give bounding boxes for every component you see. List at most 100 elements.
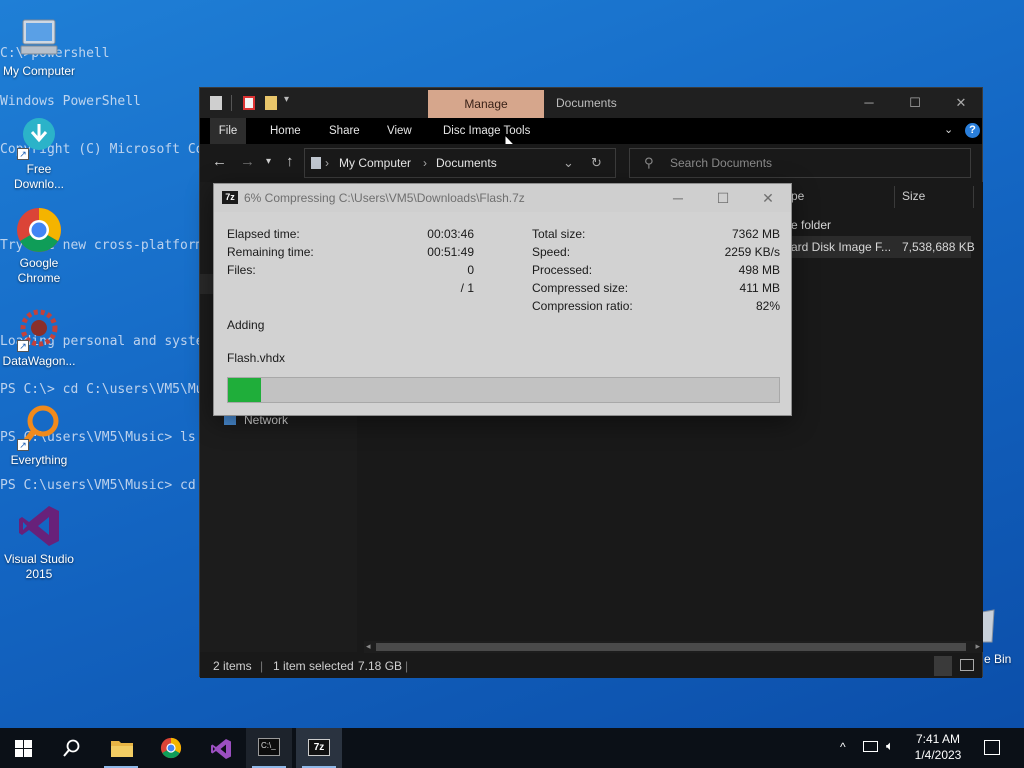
computer-icon — [15, 14, 63, 62]
windows-logo-icon — [15, 740, 32, 757]
manage-contextual-tab[interactable]: Manage — [428, 90, 544, 118]
taskbar-7zip[interactable]: 7z — [296, 728, 342, 768]
breadcrumb-separator-icon: › — [325, 156, 329, 170]
visual-studio-icon — [15, 502, 63, 550]
files-total-value: / 1 — [460, 281, 474, 295]
files-value: 0 — [467, 263, 474, 277]
desktop-icon-label: DataWagon... — [2, 354, 76, 368]
folder-icon — [111, 741, 133, 757]
network-tray-icon[interactable] — [863, 741, 878, 752]
ribbon-expand-chevron-icon[interactable]: ⌄ — [944, 123, 953, 136]
dialog-title: 6% Compressing C:\Users\VM5\Downloads\Fl… — [244, 191, 525, 205]
remaining-time-label: Remaining time: — [227, 245, 314, 259]
explorer-titlebar[interactable]: ▾ Manage Documents ─ ☐ ✕ — [200, 88, 982, 118]
tab-disc-image-tools[interactable]: Disc Image Tools — [443, 118, 530, 144]
clock-date: 1/4/2023 — [914, 748, 962, 762]
documents-folder-icon — [311, 157, 321, 169]
search-placeholder: Search Documents — [670, 156, 773, 170]
breadcrumb-my-computer[interactable]: My Computer — [339, 149, 411, 177]
column-header-size[interactable]: Size — [902, 182, 925, 210]
address-dropdown-chevron-icon[interactable]: ⌄ — [563, 149, 574, 177]
dialog-minimize-button[interactable]: ─ — [658, 184, 698, 212]
checkmark-icon[interactable] — [243, 96, 255, 110]
tab-file[interactable]: File — [210, 118, 246, 144]
current-file: Flash.vhdx — [227, 351, 286, 365]
desktop-icon-visual-studio[interactable]: Visual Studio 2015 — [0, 502, 78, 582]
tab-share[interactable]: Share — [329, 118, 360, 144]
show-hidden-icons-chevron-icon[interactable]: ^ — [840, 740, 846, 754]
desktop-icon-free-download[interactable]: ↗ Free Downlo... — [0, 112, 78, 192]
large-icons-view-icon[interactable] — [960, 659, 974, 671]
recent-locations-chevron-icon[interactable]: ▾ — [266, 156, 271, 167]
desktop-icon-label: Visual Studio 2015 — [4, 552, 74, 581]
7zip-progress-dialog[interactable]: 7z 6% Compressing C:\Users\VM5\Downloads… — [213, 183, 792, 416]
row-type[interactable]: ard Disk Image F... — [791, 240, 891, 254]
speed-value: 2259 KB/s — [724, 245, 780, 259]
refresh-icon[interactable]: ↻ — [591, 149, 602, 177]
desktop-icon-my-computer[interactable]: My Computer — [0, 14, 78, 79]
taskbar: C:\_ 7z ^ 🔈︎ 7:41 AM 1/4/2023 — [0, 728, 1024, 768]
desktop-icon-recycle-bin[interactable]: e Bin — [980, 606, 1024, 672]
start-button[interactable] — [0, 728, 46, 768]
window-title: Documents — [556, 96, 617, 110]
visual-studio-icon — [211, 739, 231, 759]
status-separator: | — [260, 659, 264, 673]
quick-access-dropdown-icon[interactable]: ▾ — [284, 94, 289, 105]
tab-home[interactable]: Home — [270, 118, 301, 144]
column-divider — [894, 186, 895, 208]
dialog-maximize-button[interactable]: ☐ — [703, 184, 743, 212]
dialog-close-button[interactable]: ✕ — [748, 184, 788, 212]
desktop-icon-datawagon[interactable]: ↗ DataWagon... — [0, 304, 78, 369]
status-selected: 1 item selected — [273, 659, 354, 673]
row-size[interactable]: 7,538,688 KB — [902, 240, 975, 254]
action-center-icon[interactable] — [984, 740, 1000, 755]
taskbar-chrome[interactable] — [148, 728, 194, 768]
7zip-logo-icon: 7z — [222, 191, 238, 204]
toolbar-separator — [231, 95, 232, 111]
scroll-left-icon[interactable]: ◂ — [366, 641, 371, 652]
dialog-titlebar[interactable]: 7z 6% Compressing C:\Users\VM5\Downloads… — [214, 184, 791, 212]
recycle-bin-icon — [981, 608, 996, 647]
terminal-icon: C:\_ — [258, 738, 280, 756]
status-bar: 2 items | 1 item selected 7.18 GB | — [200, 654, 982, 678]
compressed-size-label: Compressed size: — [532, 281, 629, 295]
taskbar-visual-studio[interactable] — [198, 728, 244, 768]
breadcrumb-documents[interactable]: Documents — [436, 149, 497, 177]
compression-ratio-value: 82% — [755, 299, 780, 313]
taskbar-file-explorer[interactable] — [98, 728, 144, 768]
desktop-icon-label: My Computer — [2, 64, 76, 78]
search-icon: ⚲ — [644, 155, 654, 170]
shortcut-arrow-icon: ↗ — [17, 439, 29, 451]
tab-view[interactable]: View — [387, 118, 412, 144]
volume-icon[interactable]: 🔈︎ — [886, 738, 894, 754]
scroll-right-icon[interactable]: ▸ — [975, 641, 980, 652]
row-type[interactable]: e folder — [791, 218, 831, 232]
forward-arrow-icon[interactable]: → — [240, 153, 255, 170]
horizontal-scrollbar[interactable]: ◂ ▸ — [364, 641, 982, 653]
details-view-icon[interactable] — [934, 656, 952, 676]
search-taskbar-button[interactable] — [48, 728, 94, 768]
console-line: C:\>powershell — [0, 46, 560, 62]
files-label: Files: — [227, 263, 256, 277]
up-arrow-icon[interactable]: ↑ — [286, 153, 294, 170]
help-icon[interactable]: ? — [965, 123, 980, 138]
taskbar-command-prompt[interactable]: C:\_ — [246, 728, 292, 768]
scrollbar-thumb[interactable] — [376, 643, 966, 651]
back-arrow-icon[interactable]: ← — [212, 153, 227, 170]
nav-selection-marker — [200, 274, 214, 294]
desktop-icon-everything[interactable]: ↗ Everything — [0, 403, 78, 468]
maximize-button[interactable]: ☐ — [892, 88, 938, 118]
7zip-icon: 7z — [308, 739, 330, 756]
new-folder-icon[interactable] — [265, 96, 277, 110]
desktop-icon-google-chrome[interactable]: Google Chrome — [0, 206, 78, 286]
breadcrumb-separator-icon: › — [423, 156, 427, 170]
tray-clock[interactable]: 7:41 AM 1/4/2023 — [908, 731, 968, 763]
properties-icon[interactable] — [210, 96, 222, 110]
minimize-button[interactable]: ─ — [846, 88, 892, 118]
processed-value: 498 MB — [738, 263, 780, 277]
column-header-type[interactable]: pe — [791, 182, 804, 210]
search-box[interactable]: ⚲ Search Documents — [629, 148, 971, 178]
search-icon — [63, 739, 80, 757]
address-bar[interactable]: › My Computer › Documents ⌄ ↻ — [304, 148, 616, 178]
close-button[interactable]: ✕ — [938, 88, 984, 118]
